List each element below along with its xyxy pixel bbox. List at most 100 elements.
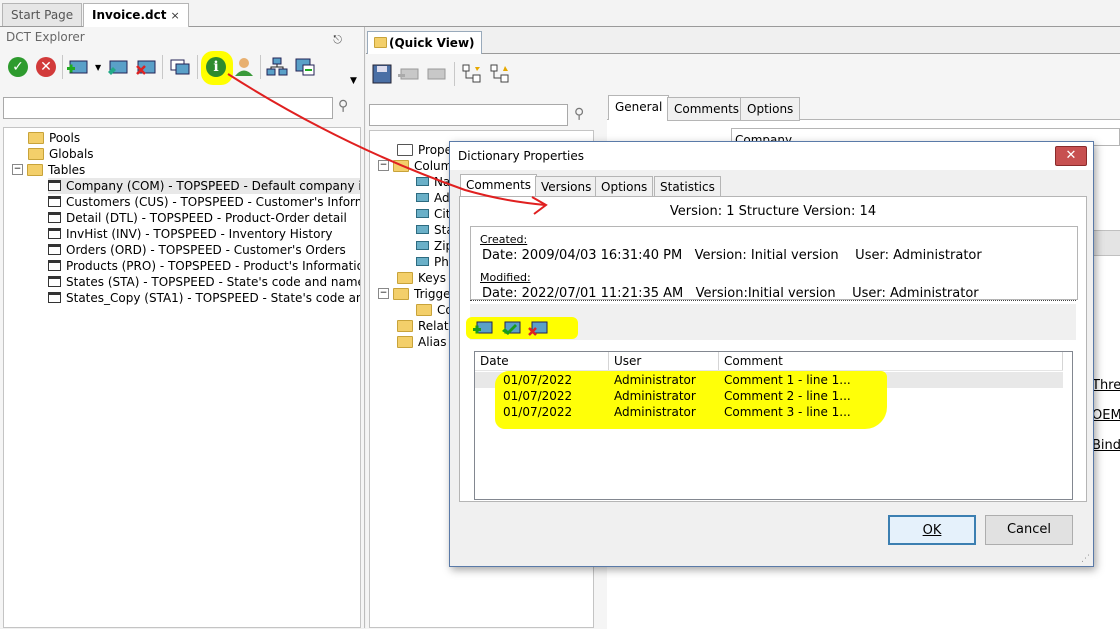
pin-icon[interactable]: ⎋ <box>333 30 342 50</box>
delete-icon <box>528 321 548 336</box>
tab-general[interactable]: General <box>608 95 670 120</box>
tree-node-columns[interactable]: − Colum <box>378 158 452 174</box>
quick-view-search-input[interactable] <box>369 104 568 126</box>
save-button[interactable] <box>370 62 394 86</box>
collapse-all-button[interactable] <box>488 62 512 86</box>
tab-comments[interactable]: Comments <box>667 97 747 121</box>
toolbar-overflow-icon[interactable]: ▼ <box>350 76 357 86</box>
close-button[interactable]: ✕ <box>1055 146 1087 166</box>
tree-node-column[interactable]: Na <box>416 174 450 190</box>
relations-icon <box>266 57 288 76</box>
tab-comments[interactable]: Comments <box>460 174 538 198</box>
dropdown-arrow-icon[interactable]: ▼ <box>95 63 101 72</box>
users-button[interactable] <box>232 55 256 79</box>
tab-versions[interactable]: Versions <box>535 176 598 198</box>
tree-node-table[interactable]: InvHist (INV) - TOPSPEED - Inventory His… <box>48 226 332 242</box>
resize-grip-icon[interactable]: ⋰ <box>1081 554 1090 564</box>
tree-node-alias[interactable]: Alias <box>397 334 446 350</box>
table-icon <box>48 212 61 223</box>
tab-options[interactable]: Options <box>595 176 654 198</box>
tree-node-table[interactable]: Products (PRO) - TOPSPEED - Product's In… <box>48 258 360 274</box>
toolbar-separator <box>197 55 198 79</box>
explorer-search-input[interactable] <box>3 97 333 119</box>
tree-node-triggers[interactable]: − Trigge <box>378 286 450 302</box>
comments-panel: Version: 1 Structure Version: 14 Created… <box>459 196 1087 502</box>
remove-column-icon <box>427 68 446 80</box>
column-header-comment[interactable]: Comment <box>719 352 1063 370</box>
toolbar-separator <box>62 55 63 79</box>
cancel-button[interactable]: Cancel <box>985 515 1073 545</box>
tree-node-table[interactable]: States (STA) - TOPSPEED - State's code a… <box>48 274 360 290</box>
collapse-icon[interactable]: − <box>378 288 389 299</box>
table-icon <box>48 244 61 255</box>
tree-node-pools[interactable]: Pools <box>28 130 80 146</box>
table-row[interactable]: 01/07/2022 Administrator Comment 3 - lin… <box>475 404 1063 420</box>
add-comment-button[interactable] <box>472 316 496 340</box>
expand-all-button[interactable] <box>460 62 484 86</box>
close-tab-icon[interactable]: × <box>170 9 179 22</box>
user-icon <box>235 58 253 76</box>
tab-start-page[interactable]: Start Page <box>2 3 83 26</box>
remove-column-button[interactable] <box>424 62 448 86</box>
add-table-button[interactable] <box>66 55 90 79</box>
cell-date: 01/07/2022 <box>503 405 573 419</box>
tree-node-table[interactable]: Orders (ORD) - TOPSPEED - Customer's Ord… <box>48 242 346 258</box>
option-partial[interactable]: Thre <box>1092 378 1120 393</box>
tree-node-table[interactable]: Detail (DTL) - TOPSPEED - Product-Order … <box>48 210 347 226</box>
export-button[interactable] <box>293 55 317 79</box>
tree-node-trigger[interactable]: Co <box>416 302 453 318</box>
dictionary-properties-button[interactable]: i <box>204 55 228 79</box>
dialog-title-bar[interactable]: Dictionary Properties ✕ <box>450 142 1093 170</box>
folder-icon <box>397 271 413 284</box>
cancel-changes-button[interactable]: ✕ <box>34 55 58 79</box>
cell-user: Administrator <box>614 373 696 387</box>
delete-table-button[interactable] <box>134 55 158 79</box>
tab-invoice-dct[interactable]: Invoice.dct × <box>83 3 189 27</box>
folder-icon <box>28 147 44 160</box>
tree-node-column[interactable]: Ad <box>416 190 450 206</box>
add-column-button[interactable] <box>397 62 421 86</box>
copy-table-button[interactable] <box>168 55 192 79</box>
accept-button[interactable]: ✓ <box>6 55 30 79</box>
search-icon[interactable]: ⚲ <box>574 106 584 122</box>
option-partial[interactable]: Bind <box>1092 438 1120 453</box>
edit-table-button[interactable] <box>106 55 130 79</box>
folder-icon <box>374 37 387 48</box>
comments-list: Date User Comment 01/07/2022 Administrat… <box>474 351 1073 500</box>
partial-field[interactable] <box>1090 230 1120 256</box>
edit-icon <box>502 321 521 335</box>
tree-node-column[interactable]: Cit <box>416 206 450 222</box>
tab-options[interactable]: Options <box>740 97 801 121</box>
ok-button[interactable]: OK <box>888 515 976 545</box>
tree-node-keys[interactable]: Keys <box>397 270 446 286</box>
column-header-user[interactable]: User <box>609 352 719 370</box>
tab-statistics[interactable]: Statistics <box>654 176 721 198</box>
cell-date: 01/07/2022 <box>503 389 573 403</box>
tree-node-tables[interactable]: − Tables <box>12 162 85 178</box>
tree-node-table[interactable]: States_Copy (STA1) - TOPSPEED - State's … <box>48 290 360 306</box>
tree-node-column[interactable]: Ph <box>416 254 449 270</box>
tree-node-table[interactable]: Company (COM) - TOPSPEED - Default compa… <box>48 178 360 194</box>
tree-node-table[interactable]: Customers (CUS) - TOPSPEED - Customer's … <box>48 194 360 210</box>
tab-quick-view[interactable]: (Quick View) <box>367 31 482 54</box>
collapse-icon[interactable]: − <box>12 164 23 175</box>
add-table-icon <box>67 60 88 74</box>
tree-node-column[interactable]: Zip <box>416 238 453 254</box>
delete-comment-button[interactable] <box>527 316 551 340</box>
column-icon <box>416 225 429 234</box>
tree-node-properties[interactable]: Proper <box>397 142 457 158</box>
search-icon[interactable]: ⚲ <box>338 98 348 114</box>
collapse-icon[interactable]: − <box>378 160 389 171</box>
edit-comment-button[interactable] <box>500 316 524 340</box>
modified-text: Date: 2022/07/01 11:21:35 AM Version:Ini… <box>482 286 979 300</box>
dictionary-tree: Pools Globals − Tables Company (COM) - TO… <box>3 127 361 628</box>
delete-table-icon <box>136 60 156 75</box>
column-header-date[interactable]: Date <box>475 352 609 370</box>
option-partial[interactable]: OEM <box>1092 408 1120 423</box>
splitter[interactable] <box>470 300 1076 301</box>
table-row[interactable]: 01/07/2022 Administrator Comment 1 - lin… <box>475 372 1063 388</box>
relations-button[interactable] <box>265 55 289 79</box>
column-icon <box>416 241 429 250</box>
table-row[interactable]: 01/07/2022 Administrator Comment 2 - lin… <box>475 388 1063 404</box>
tree-node-globals[interactable]: Globals <box>28 146 94 162</box>
